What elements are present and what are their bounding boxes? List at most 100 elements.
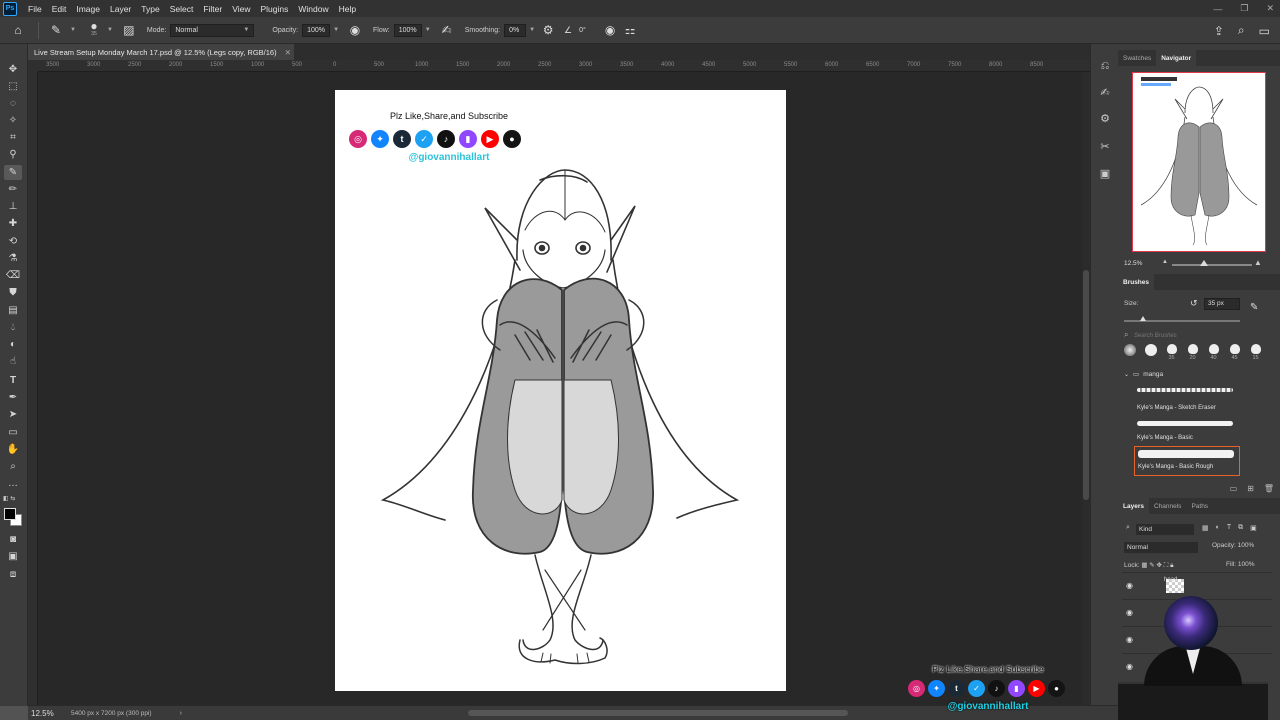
libraries-icon[interactable]: ▣ bbox=[1097, 165, 1113, 181]
pencil-tool-icon[interactable]: ✏ bbox=[4, 182, 22, 197]
menu-view[interactable]: View bbox=[227, 4, 255, 14]
default-colors-icon[interactable]: ◧ ⇆ bbox=[3, 495, 15, 502]
clone-stamp-tool-icon[interactable]: ⊥ bbox=[4, 199, 22, 214]
angle-icon[interactable]: ∠ bbox=[561, 17, 575, 44]
zoom-out-icon[interactable]: ▲ bbox=[1162, 259, 1168, 265]
menu-file[interactable]: File bbox=[23, 4, 47, 14]
layer-blend-mode[interactable]: Normal bbox=[1124, 542, 1198, 553]
pressure-opacity-icon[interactable]: ◉ bbox=[345, 17, 365, 44]
eraser-tool-icon[interactable]: ⌫ bbox=[4, 268, 22, 283]
home-icon[interactable]: ⌂ bbox=[4, 17, 32, 44]
scrollbar-thumb[interactable] bbox=[1083, 270, 1089, 500]
layer-opacity[interactable]: Opacity: 100% bbox=[1212, 542, 1254, 549]
brush-folder-manga[interactable]: ⌄ ▭ manga bbox=[1124, 370, 1163, 379]
pixel-filter-icon[interactable]: ▦ bbox=[1202, 524, 1209, 532]
brush-tip[interactable]: 45 bbox=[1227, 344, 1242, 364]
mode-dropdown[interactable]: Normal ▼ bbox=[170, 23, 255, 37]
close-icon[interactable]: ✕ bbox=[285, 48, 291, 57]
pressure-size-icon[interactable]: ◉ bbox=[601, 17, 619, 44]
blur-tool-icon[interactable]: 💧︎ bbox=[4, 320, 22, 335]
quick-mask-icon[interactable]: ◙ bbox=[4, 532, 22, 547]
brush-size-input[interactable]: 35 px bbox=[1204, 298, 1240, 310]
brush-tip[interactable]: 35 bbox=[1164, 344, 1179, 364]
share-icon[interactable]: ⇪ bbox=[1214, 17, 1224, 44]
workspace-icon[interactable]: ▭ bbox=[1259, 17, 1270, 44]
chevron-down-icon[interactable]: ▼ bbox=[425, 27, 431, 33]
path-selection-tool-icon[interactable]: ➤ bbox=[4, 407, 22, 422]
move-tool-icon[interactable]: ✥ bbox=[4, 62, 22, 77]
lasso-tool-icon[interactable]: ◌ bbox=[4, 96, 22, 111]
document-tab[interactable]: Live Stream Setup Monday March 17.psd @ … bbox=[28, 44, 294, 60]
adjustments-icon[interactable]: ⚙ bbox=[1097, 110, 1113, 126]
smudge-tool-icon[interactable]: ☝ bbox=[4, 354, 22, 369]
more-tools-icon[interactable]: … bbox=[4, 476, 22, 491]
new-group-icon[interactable]: ▭ bbox=[1230, 484, 1238, 496]
symmetry-icon[interactable]: ⚏ bbox=[621, 17, 639, 44]
brush-preview-icon[interactable]: ● 35 bbox=[84, 17, 104, 44]
navigator-preview[interactable] bbox=[1132, 72, 1266, 252]
eyedropper-tool-icon[interactable]: ⚲ bbox=[4, 147, 22, 162]
brush-tool-preset-icon[interactable]: ✎ bbox=[45, 17, 67, 44]
chevron-down-icon[interactable]: ▼ bbox=[107, 27, 113, 33]
frame-tool-icon[interactable]: ⧈ bbox=[4, 567, 22, 582]
tab-paths[interactable]: Paths bbox=[1186, 498, 1213, 514]
tab-layers[interactable]: Layers bbox=[1118, 498, 1149, 514]
navigator-zoom-slider[interactable] bbox=[1172, 264, 1252, 266]
history-icon[interactable]: ⎌ bbox=[1097, 58, 1113, 74]
document-canvas[interactable]: Plz Like,Share,and Subscribe ◎ ✦ t ✓ ♪ ▮ ▶ ● @g… bbox=[335, 90, 786, 691]
close-window-icon[interactable]: ✕ bbox=[1266, 3, 1274, 14]
chevron-down-icon[interactable]: ▼ bbox=[529, 27, 535, 33]
hand-tool-icon[interactable]: ✋ bbox=[4, 442, 22, 457]
airbrush-icon[interactable]: ✍ bbox=[437, 17, 457, 44]
brush-tip[interactable]: 20 bbox=[1185, 344, 1200, 364]
adjustment-filter-icon[interactable]: ◐ bbox=[1216, 524, 1220, 532]
menu-image[interactable]: Image bbox=[71, 4, 105, 14]
chevron-down-icon[interactable]: ⌄ bbox=[1124, 371, 1129, 378]
lock-icons[interactable]: ▦ ✎ ✥ ⛶ 🔒︎ bbox=[1141, 562, 1173, 569]
trash-icon[interactable]: 🗑︎ bbox=[1264, 484, 1274, 496]
rectangle-tool-icon[interactable]: ▭ bbox=[4, 425, 22, 440]
chevron-down-icon[interactable]: ▼ bbox=[333, 27, 339, 33]
menu-type[interactable]: Type bbox=[136, 4, 164, 14]
minimize-icon[interactable]: — bbox=[1213, 4, 1222, 14]
paint-bucket-tool-icon[interactable]: ⛊ bbox=[4, 285, 22, 300]
zoom-tool-icon[interactable]: ⌕ bbox=[4, 459, 22, 474]
smart-object-filter-icon[interactable]: ▣ bbox=[1250, 524, 1257, 532]
dodge-tool-icon[interactable]: ◐ bbox=[4, 337, 22, 352]
tools-icon[interactable]: ✂ bbox=[1097, 138, 1113, 154]
brush-tip[interactable]: 15 bbox=[1248, 344, 1263, 364]
brush-item[interactable]: Kyle's Manga - Sketch Eraser bbox=[1134, 384, 1240, 414]
horizontal-ruler[interactable]: 3500 3000 2500 2000 1500 1000 500 0 500 1000 1500 2… bbox=[38, 60, 1090, 72]
menu-filter[interactable]: Filter bbox=[198, 4, 227, 14]
brush-settings-icon[interactable]: ▨ bbox=[119, 17, 139, 44]
menu-window[interactable]: Window bbox=[293, 4, 333, 14]
search-icon[interactable]: ⌕ bbox=[1238, 17, 1245, 44]
document-info[interactable]: 5400 px x 7200 px (300 ppi) bbox=[71, 710, 152, 717]
crop-tool-icon[interactable]: ⌗ bbox=[4, 130, 22, 145]
brush-item-selected[interactable]: Kyle's Manga - Basic Rough bbox=[1134, 446, 1240, 476]
menu-help[interactable]: Help bbox=[334, 4, 361, 14]
tab-swatches[interactable]: Swatches bbox=[1118, 50, 1156, 66]
brush-tip[interactable] bbox=[1122, 344, 1137, 364]
pen-tool-icon[interactable]: ✒ bbox=[4, 390, 22, 405]
foreground-color-swatch[interactable] bbox=[4, 508, 16, 520]
slider-handle[interactable] bbox=[1140, 316, 1146, 321]
tab-channels[interactable]: Channels bbox=[1149, 498, 1186, 514]
tab-navigator[interactable]: Navigator bbox=[1156, 50, 1197, 66]
chevron-right-icon[interactable]: › bbox=[180, 710, 182, 717]
restore-icon[interactable]: ❐ bbox=[1240, 3, 1248, 14]
zoom-level[interactable]: 12.5% bbox=[31, 709, 71, 718]
slider-handle[interactable] bbox=[1200, 260, 1208, 266]
vertical-ruler[interactable] bbox=[28, 72, 38, 705]
gradient-tool-icon[interactable]: ▤ bbox=[4, 303, 22, 318]
brush-item[interactable]: Kyle's Manga - Basic bbox=[1134, 416, 1240, 446]
smoothing-field[interactable]: 0% bbox=[504, 23, 527, 37]
angle-field[interactable]: 0° bbox=[575, 24, 597, 37]
zoom-in-icon[interactable]: ▲ bbox=[1254, 258, 1262, 267]
brush-tip[interactable]: 40 bbox=[1206, 344, 1221, 364]
chevron-down-icon[interactable]: ▼ bbox=[70, 27, 76, 33]
reset-icon[interactable]: ↺ bbox=[1190, 298, 1198, 309]
menu-layer[interactable]: Layer bbox=[105, 4, 136, 14]
brush-search-input[interactable]: Search Brushes bbox=[1134, 330, 1258, 342]
type-filter-icon[interactable]: T bbox=[1227, 524, 1231, 532]
